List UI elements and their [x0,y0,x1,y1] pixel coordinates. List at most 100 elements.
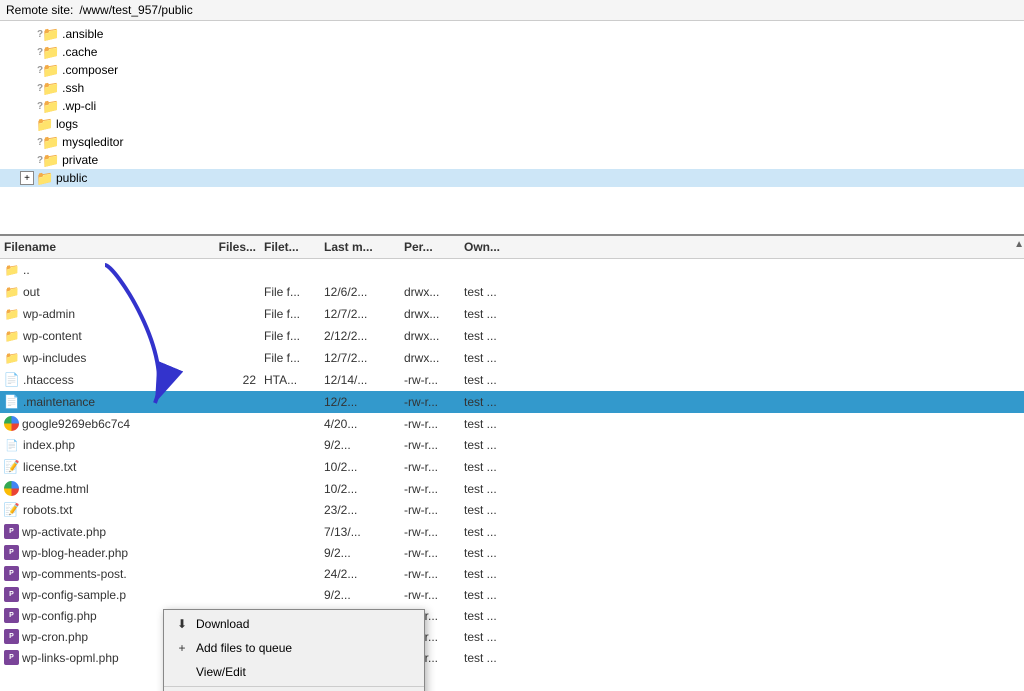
cell-lastmod: 12/6/2... [320,283,400,301]
tree-panel: ? 📁 .ansible ? 📁 .cache ? 📁 .composer ? … [0,21,1024,236]
col-header-filetype[interactable]: Filet... [260,238,320,256]
table-row[interactable]: P wp-links-opml.php 2,422 PHP... 11/9/2.… [0,647,1024,668]
tree-item-private[interactable]: ? 📁 private [0,151,1024,169]
cell-lastmod: 12/7/2... [320,349,400,367]
tree-item-ansible[interactable]: ? 📁 .ansible [0,25,1024,43]
tree-item-label: mysqleditor [62,135,123,149]
cell-owner: test ... [460,415,520,433]
txt-icon: 📝 [4,459,20,475]
tree-item-ssh[interactable]: ? 📁 .ssh [0,79,1024,97]
cell-filename: readme.html [0,479,200,498]
expand-btn[interactable]: + [20,171,34,185]
context-menu-item-view-edit[interactable]: View/Edit [164,660,424,684]
cell-perms: -rw-r... [400,565,460,583]
cell-filename: 📄 index.php [0,435,200,455]
cell-filename: 📝 license.txt [0,457,200,477]
table-row[interactable]: P wp-config.php 9/2... -rw-r... test ... [0,605,1024,626]
tree-item-label: .ansible [62,27,103,41]
php-colored-icon: P [4,608,19,623]
cell-filename: P wp-comments-post. [0,564,200,583]
table-row[interactable]: P wp-cron.php 25/2... -rw-r... test ... [0,626,1024,647]
context-menu-item-add-to-queue[interactable]: +Add files to queue [164,636,424,660]
table-row[interactable]: 📄 .htaccess 22 HTA... 12/14/... -rw-r...… [0,369,1024,391]
cell-filesize [200,312,260,316]
cell-owner [460,268,520,272]
cell-filename: 📁 .. [0,260,200,280]
cell-owner: test ... [460,544,520,562]
cell-perms: -rw-r... [400,501,460,519]
cell-lastmod: 24/2... [320,565,400,583]
tree-item-wpcli[interactable]: ? 📁 .wp-cli [0,97,1024,115]
cell-filesize [200,465,260,469]
cell-filesize [200,551,260,555]
tree-item-label: .cache [62,45,97,59]
ctx-placeholder-icon [174,664,190,680]
cell-filesize [200,508,260,512]
cell-lastmod: 12/2... [320,393,400,411]
table-row[interactable]: P wp-blog-header.php 9/2... -rw-r... tes… [0,542,1024,563]
cell-filesize: 22 [200,371,260,389]
cell-filesize [200,422,260,426]
cell-filesize [200,593,260,597]
tree-item-public[interactable]: + 📁 public [0,169,1024,187]
cell-filetype [260,508,320,512]
cell-owner: test ... [460,628,520,646]
cell-perms: -rw-r... [400,371,460,389]
tree-item-composer[interactable]: ? 📁 .composer [0,61,1024,79]
table-row[interactable]: P wp-activate.php 7/13/... -rw-r... test… [0,521,1024,542]
table-row[interactable]: 📁 wp-includes File f... 12/7/2... drwx..… [0,347,1024,369]
cell-filetype: File f... [260,283,320,301]
cell-perms: drwx... [400,283,460,301]
cell-perms: drwx... [400,327,460,345]
tree-item-cache[interactable]: ? 📁 .cache [0,43,1024,61]
php-colored-icon: P [4,524,19,539]
file-icon: 📄 [4,372,20,388]
table-row[interactable]: 📁 wp-admin File f... 12/7/2... drwx... t… [0,303,1024,325]
table-row[interactable]: google9269eb6c7c4 4/20... -rw-r... test … [0,413,1024,434]
cell-perms: -rw-r... [400,523,460,541]
col-header-filename[interactable]: Filename [0,238,200,256]
cell-owner: test ... [460,349,520,367]
cell-lastmod: 10/2... [320,480,400,498]
cell-perms [400,268,460,272]
col-header-filesize[interactable]: Files... [200,238,260,256]
php-colored-icon: P [4,545,19,560]
col-header-owner[interactable]: Own... [460,238,520,256]
context-menu-item-download[interactable]: ⬇Download [164,612,424,636]
table-row[interactable]: 📝 robots.txt 23/2... -rw-r... test ... [0,499,1024,521]
cell-filesize [200,268,260,272]
tree-item-logs[interactable]: 📁 logs [0,115,1024,133]
table-row[interactable]: 📝 license.txt 10/2... -rw-r... test ... [0,456,1024,478]
file-rows[interactable]: 📁 .. 📁 out File f... 12/6/2... drwx... t… [0,259,1024,688]
cell-owner: test ... [460,649,520,667]
cell-perms: drwx... [400,349,460,367]
php-icon: 📄 [4,437,20,453]
cell-perms: -rw-r... [400,436,460,454]
cell-lastmod: 9/2... [320,544,400,562]
sort-arrow: ▲ [1014,239,1024,250]
tree-item-mysqleditor[interactable]: ? 📁 mysqleditor [0,133,1024,151]
table-row[interactable]: 📄 .maintenance 12/2... -rw-r... test ... [0,391,1024,413]
folder-icon: 📁 [43,98,59,114]
tree-item-label: .ssh [62,81,84,95]
tree-item-label: logs [56,117,78,131]
table-row[interactable]: 📁 .. [0,259,1024,281]
col-header-perms[interactable]: Per... [400,238,460,256]
table-row[interactable]: readme.html 10/2... -rw-r... test ... [0,478,1024,499]
cell-perms: -rw-r... [400,480,460,498]
table-row[interactable]: 📁 out File f... 12/6/2... drwx... test .… [0,281,1024,303]
cell-lastmod: 2/12/2... [320,327,400,345]
cell-filesize [200,487,260,491]
cell-filesize [200,443,260,447]
file-icon: 📄 [4,394,20,410]
remote-site-label: Remote site: [6,3,73,17]
table-row[interactable]: 📁 wp-content File f... 2/12/2... drwx...… [0,325,1024,347]
cell-filetype [260,268,320,272]
table-row[interactable]: P wp-config-sample.p 9/2... -rw-r... tes… [0,584,1024,605]
table-row[interactable]: P wp-comments-post. 24/2... -rw-r... tes… [0,563,1024,584]
col-header-lastmod[interactable]: Last m... [320,238,400,256]
folder-icon: 📁 [43,62,59,78]
folder-icon: 📁 [43,152,59,168]
cell-owner: test ... [460,565,520,583]
table-row[interactable]: 📄 index.php 9/2... -rw-r... test ... [0,434,1024,456]
